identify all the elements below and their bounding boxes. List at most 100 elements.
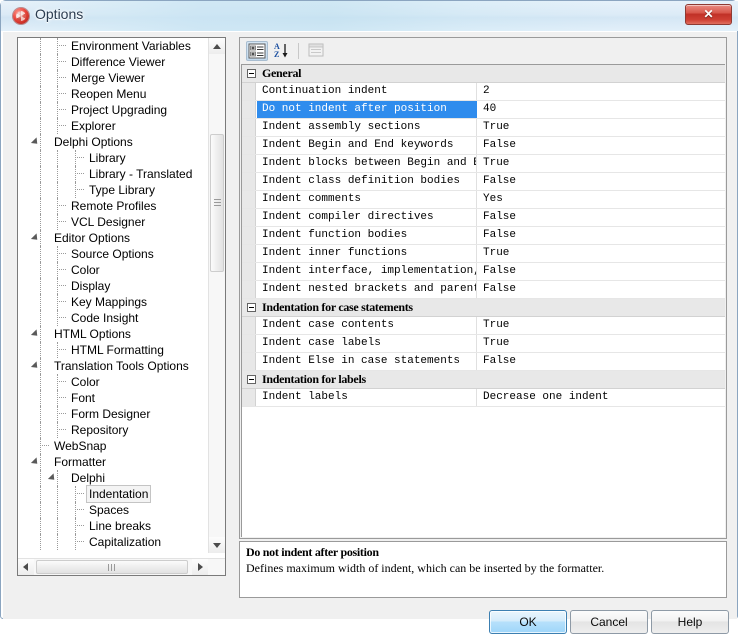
- tree-item-delphi-options[interactable]: Delphi Options: [18, 134, 208, 150]
- property-row[interactable]: Indent case contentsTrue: [242, 317, 725, 335]
- property-value[interactable]: True: [478, 335, 724, 352]
- property-value[interactable]: False: [478, 209, 724, 226]
- property-row[interactable]: Continuation indent2: [242, 83, 725, 101]
- cancel-button[interactable]: Cancel: [570, 610, 648, 634]
- tree-item-color[interactable]: Color: [18, 262, 208, 278]
- property-value[interactable]: True: [478, 155, 724, 172]
- tree-expander-icon[interactable]: [31, 361, 40, 370]
- tree-expander-icon[interactable]: [31, 137, 40, 146]
- property-category-row[interactable]: Indentation for labels: [242, 371, 725, 389]
- tree-item-type-library[interactable]: Type Library: [18, 182, 208, 198]
- property-row-gutter: [242, 191, 256, 208]
- tree-scroll-down-button[interactable]: [209, 537, 225, 553]
- property-grid[interactable]: GeneralContinuation indent2Do not indent…: [241, 64, 725, 537]
- alphabetical-sort-button[interactable]: A Z: [272, 41, 294, 61]
- tree-item-code-insight[interactable]: Code Insight: [18, 310, 208, 326]
- property-value[interactable]: Yes: [478, 191, 724, 208]
- property-pages-button[interactable]: [306, 41, 328, 61]
- tree-item-explorer[interactable]: Explorer: [18, 118, 208, 134]
- tree-item-reopen-menu[interactable]: Reopen Menu: [18, 86, 208, 102]
- property-value[interactable]: 40: [478, 101, 724, 118]
- tree-item-source-options[interactable]: Source Options: [18, 246, 208, 262]
- help-button[interactable]: Help: [651, 610, 729, 634]
- tree-expander-icon[interactable]: [48, 473, 57, 482]
- close-button[interactable]: ✕: [685, 4, 732, 25]
- tree-expander-icon[interactable]: [31, 457, 40, 466]
- tree-horizontal-scroll-thumb[interactable]: [36, 560, 188, 574]
- category-collapse-icon[interactable]: [247, 375, 256, 384]
- options-tree[interactable]: Environment VariablesDifference ViewerMe…: [18, 38, 208, 553]
- property-row[interactable]: Indent Else in case statementsFalse: [242, 353, 725, 371]
- tree-vertical-scrollbar[interactable]: [208, 38, 225, 553]
- tree-expander-icon[interactable]: [31, 233, 40, 242]
- tree-item-delphi[interactable]: Delphi: [18, 470, 208, 486]
- tree-item-line-breaks[interactable]: Line breaks: [18, 518, 208, 534]
- property-row[interactable]: Indent nested brackets and parenthesesFa…: [242, 281, 725, 299]
- category-collapse-icon[interactable]: [247, 69, 256, 78]
- tree-item-difference-viewer[interactable]: Difference Viewer: [18, 54, 208, 70]
- tree-guide-line: [57, 406, 58, 422]
- tree-vertical-scroll-thumb[interactable]: [210, 134, 224, 272]
- property-value[interactable]: True: [478, 317, 724, 334]
- property-name: Indent Begin and End keywords: [257, 137, 477, 154]
- property-row[interactable]: Indent inner functionsTrue: [242, 245, 725, 263]
- property-row[interactable]: Indent labelsDecrease one indent: [242, 389, 725, 407]
- tree-scroll-left-button[interactable]: [18, 559, 34, 575]
- property-row[interactable]: Indent commentsYes: [242, 191, 725, 209]
- tree-item-translation-tools-options[interactable]: Translation Tools Options: [18, 358, 208, 374]
- tree-item-label: Display: [68, 278, 113, 294]
- tree-item-html-options[interactable]: HTML Options: [18, 326, 208, 342]
- tree-item-library-translated[interactable]: Library - Translated: [18, 166, 208, 182]
- property-value[interactable]: False: [478, 137, 724, 154]
- tree-item-formatter[interactable]: Formatter: [18, 454, 208, 470]
- property-value[interactable]: 2: [478, 83, 724, 100]
- property-value[interactable]: Decrease one indent: [478, 389, 724, 406]
- tree-item-vcl-designer[interactable]: VCL Designer: [18, 214, 208, 230]
- tree-item-indentation[interactable]: Indentation: [18, 486, 208, 502]
- property-row[interactable]: Indent function bodiesFalse: [242, 227, 725, 245]
- tree-item-form-designer[interactable]: Form Designer: [18, 406, 208, 422]
- property-value[interactable]: False: [478, 173, 724, 190]
- category-collapse-icon[interactable]: [247, 303, 256, 312]
- property-row[interactable]: Indent assembly sectionsTrue: [242, 119, 725, 137]
- tree-item-capitalization[interactable]: Capitalization: [18, 534, 208, 550]
- property-row[interactable]: Do not indent after position40: [242, 101, 725, 119]
- categorized-view-button[interactable]: [246, 41, 268, 61]
- property-value[interactable]: True: [478, 119, 724, 136]
- property-row[interactable]: Indent class definition bodiesFalse: [242, 173, 725, 191]
- tree-scroll-up-button[interactable]: [209, 38, 225, 54]
- property-row[interactable]: Indent compiler directivesFalse: [242, 209, 725, 227]
- tree-item-html-formatting[interactable]: HTML Formatting: [18, 342, 208, 358]
- ok-button[interactable]: OK: [489, 610, 567, 634]
- property-row[interactable]: Indent case labelsTrue: [242, 335, 725, 353]
- property-value[interactable]: False: [478, 353, 724, 370]
- property-value[interactable]: False: [478, 281, 724, 298]
- property-row[interactable]: Indent Begin and End keywordsFalse: [242, 137, 725, 155]
- tree-guide-line: [57, 534, 58, 550]
- tree-item-spaces[interactable]: Spaces: [18, 502, 208, 518]
- tree-item-project-upgrading[interactable]: Project Upgrading: [18, 102, 208, 118]
- tree-horizontal-scrollbar[interactable]: [18, 558, 225, 575]
- property-row[interactable]: Indent interface, implementation, andFal…: [242, 263, 725, 281]
- tree-item-remote-profiles[interactable]: Remote Profiles: [18, 198, 208, 214]
- scroll-thumb-grip: [108, 564, 115, 571]
- tree-item-websnap[interactable]: WebSnap: [18, 438, 208, 454]
- property-category-row[interactable]: General: [242, 65, 725, 83]
- tree-guide-line: [57, 150, 58, 166]
- tree-item-environment-variables[interactable]: Environment Variables: [18, 38, 208, 54]
- tree-item-color[interactable]: Color: [18, 374, 208, 390]
- property-value[interactable]: False: [478, 227, 724, 244]
- tree-item-key-mappings[interactable]: Key Mappings: [18, 294, 208, 310]
- property-category-row[interactable]: Indentation for case statements: [242, 299, 725, 317]
- property-value[interactable]: True: [478, 245, 724, 262]
- tree-item-editor-options[interactable]: Editor Options: [18, 230, 208, 246]
- tree-item-repository[interactable]: Repository: [18, 422, 208, 438]
- tree-scroll-right-button[interactable]: [192, 559, 208, 575]
- property-value[interactable]: False: [478, 263, 724, 280]
- tree-expander-icon[interactable]: [31, 329, 40, 338]
- tree-item-font[interactable]: Font: [18, 390, 208, 406]
- tree-item-display[interactable]: Display: [18, 278, 208, 294]
- tree-item-merge-viewer[interactable]: Merge Viewer: [18, 70, 208, 86]
- property-row[interactable]: Indent blocks between Begin and EndTrue: [242, 155, 725, 173]
- tree-item-library[interactable]: Library: [18, 150, 208, 166]
